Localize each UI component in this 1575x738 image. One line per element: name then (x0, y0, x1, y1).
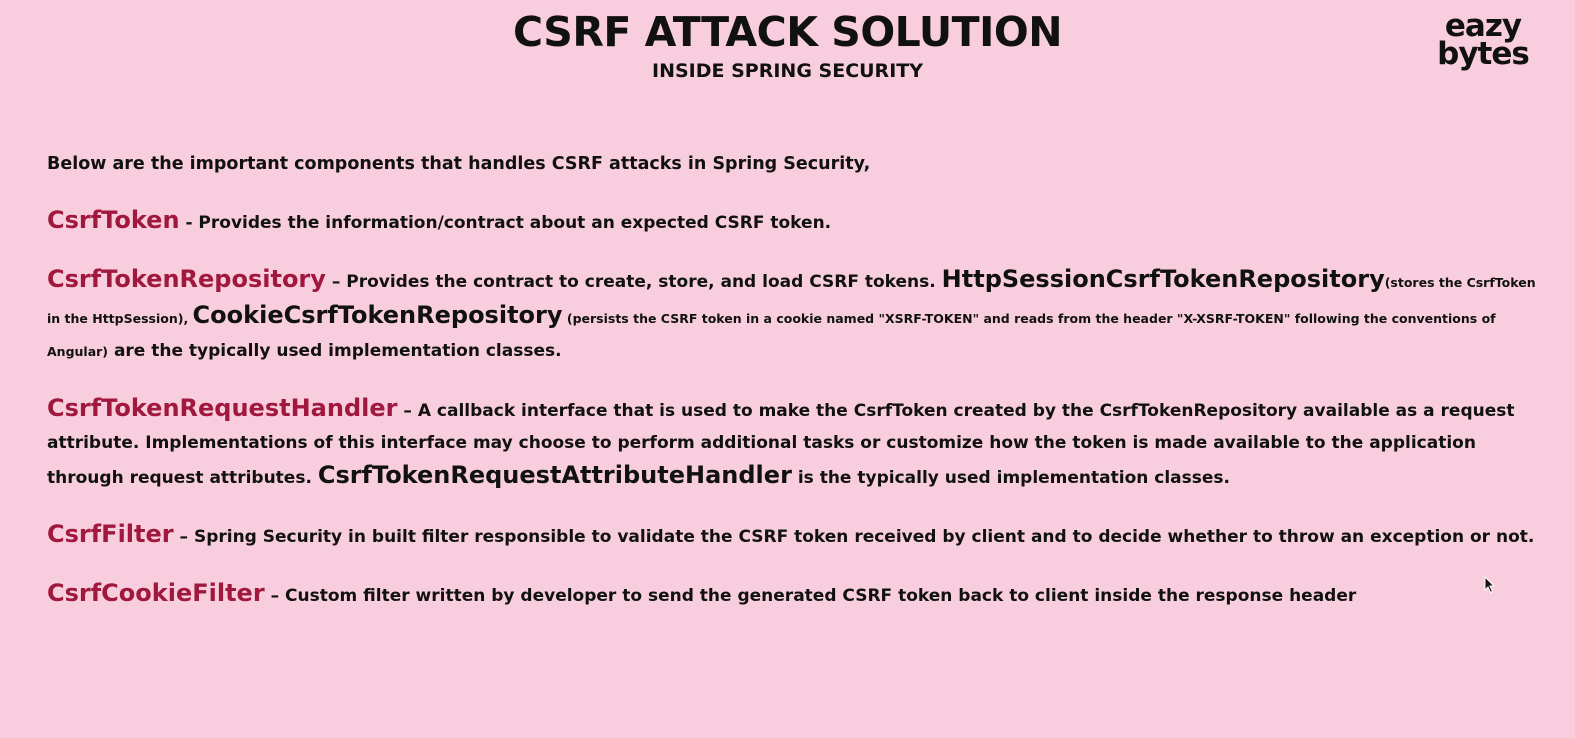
term-csrf-filter: CsrfFilter (47, 520, 174, 548)
item-csrf-token: CsrfToken - Provides the information/con… (47, 204, 1552, 239)
term-csrf-token: CsrfToken (47, 206, 180, 234)
impl-cookie-repository: CookieCsrfTokenRepository (192, 301, 563, 329)
header: CSRF ATTACK SOLUTION INSIDE SPRING SECUR… (0, 6, 1575, 84)
desc-request-handler-end: is the typically used implementation cla… (791, 468, 1230, 488)
desc-csrf-cookie-filter: – Custom filter written by developer to … (264, 586, 1357, 606)
intro-text: Below are the important components that … (47, 154, 871, 174)
item-csrf-token-request-handler: CsrfTokenRequestHandler – A callback int… (47, 392, 1552, 494)
item-csrf-token-repository: CsrfTokenRepository – Provides the contr… (47, 263, 1552, 368)
logo-line-2: bytes (1437, 36, 1530, 72)
impl-http-session-repository: HttpSessionCsrfTokenRepository (941, 265, 1385, 293)
desc-csrf-token: - Provides the information/contract abou… (179, 213, 832, 233)
content: Below are the important components that … (47, 150, 1552, 636)
desc-repository-end: are the typically used implementation cl… (108, 341, 562, 361)
term-csrf-token-repository: CsrfTokenRepository (47, 265, 326, 293)
eazybytes-logo: eazy bytes (1428, 11, 1538, 72)
mouse-pointer-icon (1484, 576, 1496, 594)
desc-csrf-filter: – Spring Security in built filter respon… (173, 527, 1535, 547)
item-csrf-filter: CsrfFilter – Spring Security in built fi… (47, 518, 1552, 553)
term-csrf-token-request-handler: CsrfTokenRequestHandler (47, 394, 398, 422)
impl-request-attribute-handler: CsrfTokenRequestAttributeHandler (317, 461, 792, 489)
item-csrf-cookie-filter: CsrfCookieFilter – Custom filter written… (47, 577, 1552, 612)
page-title: CSRF ATTACK SOLUTION (512, 8, 1063, 56)
page-subtitle: INSIDE SPRING SECURITY (652, 60, 923, 82)
desc-csrf-token-repository: – Provides the contract to create, store… (325, 272, 942, 292)
term-csrf-cookie-filter: CsrfCookieFilter (47, 579, 265, 607)
